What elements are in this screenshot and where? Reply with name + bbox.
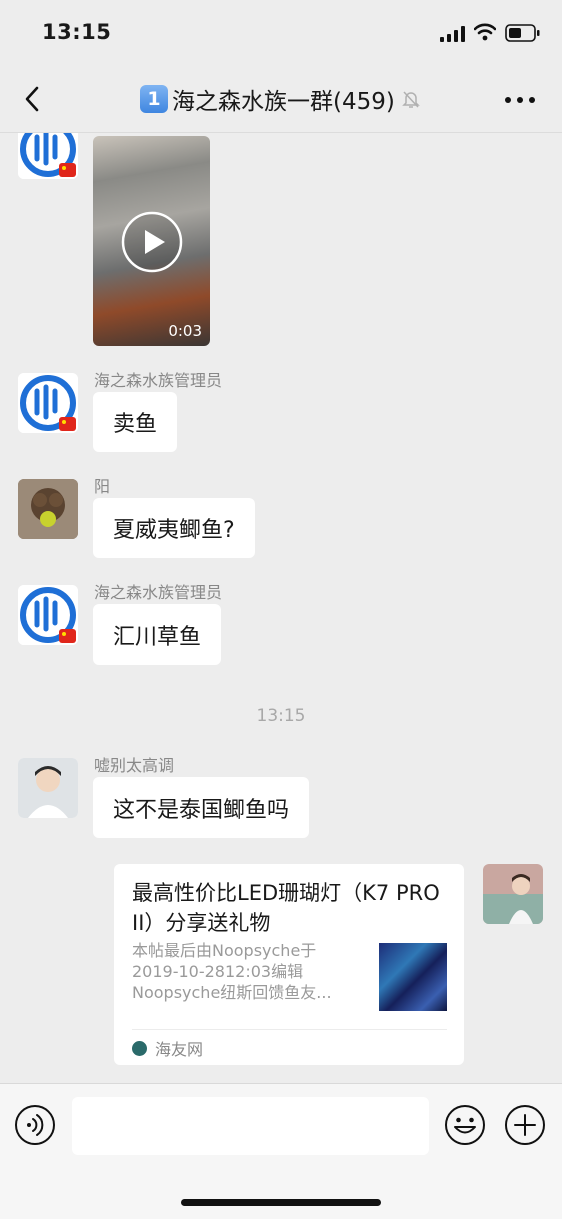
input-toolbar — [0, 1083, 562, 1219]
timestamp-divider: 13:15 — [256, 706, 306, 726]
chat-title: 1 海之森水族一群(459) — [140, 83, 421, 115]
message-bubble[interactable]: 汇川草鱼 — [93, 604, 222, 665]
message-bubble[interactable]: 这不是泰国鲫鱼吗 — [93, 777, 310, 838]
message-input[interactable] — [72, 1097, 429, 1155]
avatar[interactable] — [18, 758, 78, 818]
person-avatar-icon — [18, 758, 78, 818]
self-avatar[interactable] — [483, 864, 543, 924]
sender-name: 海之森水族管理员 — [94, 371, 223, 390]
dog-avatar-icon — [18, 479, 78, 539]
battery-icon — [505, 24, 540, 42]
card-description: 本帖最后由Noopsyche于 2019-10-2812:03编辑 Noopsy… — [132, 941, 332, 1002]
sender-name: 嘘别太高调 — [94, 756, 175, 775]
store-logo-icon — [18, 373, 78, 433]
keycap-one-icon: 1 — [140, 85, 168, 113]
sender-name: 海之森水族管理员 — [94, 583, 223, 602]
chat-header: 1 海之森水族一群(459) — [0, 66, 562, 133]
card-thumbnail — [379, 943, 447, 1011]
card-divider — [132, 1029, 447, 1030]
source-logo-icon — [132, 1040, 147, 1056]
add-attachment-icon[interactable] — [504, 1104, 546, 1146]
emoji-icon[interactable] — [444, 1104, 486, 1146]
message-bubble[interactable]: 卖鱼 — [93, 392, 178, 452]
group-name: 海之森水族一群(459) — [172, 89, 395, 115]
person-avatar-icon — [483, 864, 543, 924]
video-message[interactable]: 0:03 — [93, 136, 210, 346]
store-logo-icon — [18, 585, 78, 645]
mute-bell-icon — [402, 91, 420, 108]
status-bar: 13:15 — [0, 0, 562, 66]
avatar[interactable] — [18, 585, 78, 645]
message-list[interactable]: 0:03 海之森水族管理员 卖鱼 阳 夏威夷鲫鱼? 海之森水族管理员 汇川草鱼 … — [0, 133, 562, 1083]
avatar[interactable] — [18, 373, 78, 433]
wifi-icon — [474, 23, 496, 41]
shared-link-card[interactable]: 最高性价比LED珊瑚灯（K7 PRO II）分享送礼物 本帖最后由Noopsyc… — [114, 864, 464, 1065]
card-source: 海友网 — [132, 1036, 203, 1060]
message-bubble[interactable]: 夏威夷鲫鱼? — [93, 498, 255, 558]
home-indicator[interactable] — [181, 1199, 381, 1206]
video-duration: 0:03 — [168, 322, 202, 340]
card-source-name: 海友网 — [155, 1040, 204, 1059]
status-time: 13:15 — [42, 20, 112, 44]
voice-input-icon[interactable] — [14, 1104, 56, 1146]
sender-name: 阳 — [94, 477, 111, 496]
back-arrow-icon[interactable] — [22, 85, 42, 113]
avatar[interactable] — [18, 133, 78, 179]
card-title: 最高性价比LED珊瑚灯（K7 PRO II）分享送礼物 — [132, 881, 440, 935]
store-logo-icon — [18, 133, 78, 179]
more-options-icon[interactable] — [504, 96, 536, 104]
signal-icon — [440, 26, 465, 42]
avatar[interactable] — [18, 479, 78, 539]
play-icon[interactable] — [121, 211, 183, 273]
